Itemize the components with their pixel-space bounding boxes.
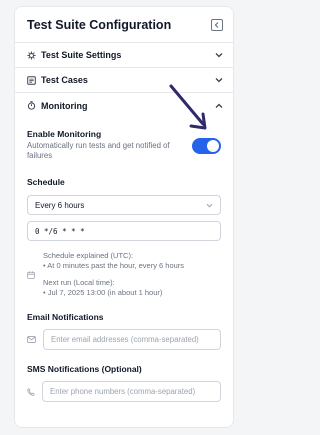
- next-run-line: • Jul 7, 2025 13:00 (in about 1 hour): [43, 288, 163, 297]
- email-notifications-label: Email Notifications: [27, 312, 104, 322]
- mail-icon: [27, 336, 36, 343]
- toggle-knob: [207, 140, 219, 152]
- chevron-up-icon: [215, 103, 223, 108]
- monitoring-content: Enable Monitoring Automatically run test…: [15, 129, 233, 402]
- sms-notifications-label: SMS Notifications (Optional): [27, 364, 142, 374]
- section-label: Test Suite Settings: [41, 50, 122, 60]
- panel-header: Test Suite Configuration: [15, 7, 233, 43]
- chevron-down-icon: [215, 53, 223, 58]
- config-panel: Test Suite Configuration Test Suite Sett…: [14, 6, 234, 428]
- next-run-title: Next run (Local time):: [43, 278, 115, 287]
- phone-icon: [27, 387, 35, 396]
- email-notifications-input[interactable]: [43, 329, 221, 350]
- panel-title: Test Suite Configuration: [27, 17, 172, 32]
- section-label: Test Cases: [41, 75, 88, 85]
- cron-expression-value: 0 */6 * * *: [35, 226, 85, 236]
- section-test-suite-settings[interactable]: Test Suite Settings: [15, 43, 233, 68]
- schedule-explained-title: Schedule explained (UTC):: [43, 251, 134, 260]
- section-label: Monitoring: [41, 100, 88, 111]
- sms-notifications-input[interactable]: [42, 381, 221, 402]
- collapse-panel-button[interactable]: [211, 18, 223, 31]
- chevron-down-icon: [215, 78, 223, 83]
- schedule-select[interactable]: Every 6 hours: [27, 195, 221, 215]
- annotation-arrow-icon: [169, 84, 207, 130]
- enable-monitoring-description: Automatically run tests and get notified…: [27, 141, 170, 160]
- calendar-icon: [27, 270, 35, 279]
- schedule-selected-value: Every 6 hours: [35, 200, 85, 210]
- stopwatch-icon: [27, 101, 36, 110]
- chevron-down-icon: [206, 203, 213, 207]
- schedule-label: Schedule: [27, 177, 65, 187]
- cron-expression-field[interactable]: 0 */6 * * *: [27, 221, 221, 241]
- list-icon: [27, 75, 36, 85]
- schedule-explanation: Schedule explained (UTC): • At 0 minutes…: [27, 251, 221, 298]
- chevron-left-icon: [214, 21, 219, 28]
- enable-monitoring-label: Enable Monitoring: [27, 129, 102, 139]
- gear-icon: [27, 50, 36, 60]
- schedule-explained-line: • At 0 minutes past the hour, every 6 ho…: [43, 261, 185, 270]
- enable-monitoring-toggle[interactable]: [192, 138, 221, 154]
